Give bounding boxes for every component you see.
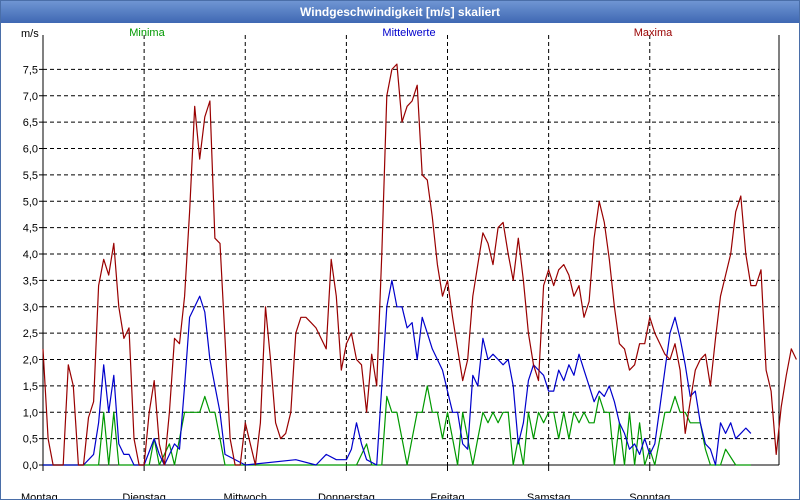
y-tick-label: 1,5	[23, 381, 38, 393]
legend-maxima: Maxima	[634, 27, 673, 39]
y-tick-label: 0,5	[23, 434, 38, 446]
legend-mittelwerte: Mittelwerte	[382, 27, 435, 39]
x-tick-weekday: Dienstag	[122, 492, 165, 499]
axis-labels: 0,0 0,5 1,0 1,5 2,0 2,5 3,0 3,5 4,0 4,5 5,0 5,5 6,0 6…	[21, 27, 673, 499]
chart-window: Windgeschwindigkeit [m/s] skaliert 0,0 0,…	[0, 0, 800, 500]
grid	[43, 35, 779, 465]
y-tick-label: 1,0	[23, 407, 38, 419]
y-tick-label: 2,0	[23, 355, 38, 367]
x-tick-weekday: Freitag	[430, 492, 464, 499]
series-line-maxima	[42, 63, 797, 466]
legend-minima: Minima	[129, 27, 165, 39]
y-tick-label: 5,0	[23, 196, 38, 208]
y-tick-label: 7,0	[23, 91, 38, 103]
x-tick-weekday: Sonntag	[629, 492, 670, 499]
x-tick-weekday: Montag	[21, 492, 58, 499]
y-tick-label: 4,0	[23, 249, 38, 261]
x-tick-weekday: Mittwoch	[224, 492, 267, 499]
wind-speed-chart: 0,0 0,5 1,0 1,5 2,0 2,5 3,0 3,5 4,0 4,5 5,0 5,5 6,0 6…	[21, 27, 797, 499]
window-title: Windgeschwindigkeit [m/s] skaliert	[1, 1, 799, 23]
series-line-mittelwerte	[43, 279, 752, 466]
y-tick-label: 0,0	[23, 460, 38, 472]
y-tick-label: 4,5	[23, 223, 38, 235]
y-tick-label: 3,5	[23, 275, 38, 287]
y-tick-label: 3,0	[23, 302, 38, 314]
series-lines	[42, 63, 797, 466]
y-axis-unit-label: m/s	[21, 28, 39, 40]
x-tick-weekday: Donnerstag	[318, 492, 375, 499]
y-tick-label: 6,0	[23, 144, 38, 156]
y-tick-label: 6,5	[23, 117, 38, 129]
y-tick-label: 2,5	[23, 328, 38, 340]
y-tick-label: 5,5	[23, 170, 38, 182]
x-tick-weekday: Samstag	[527, 492, 570, 499]
y-tick-label: 7,5	[23, 64, 38, 76]
